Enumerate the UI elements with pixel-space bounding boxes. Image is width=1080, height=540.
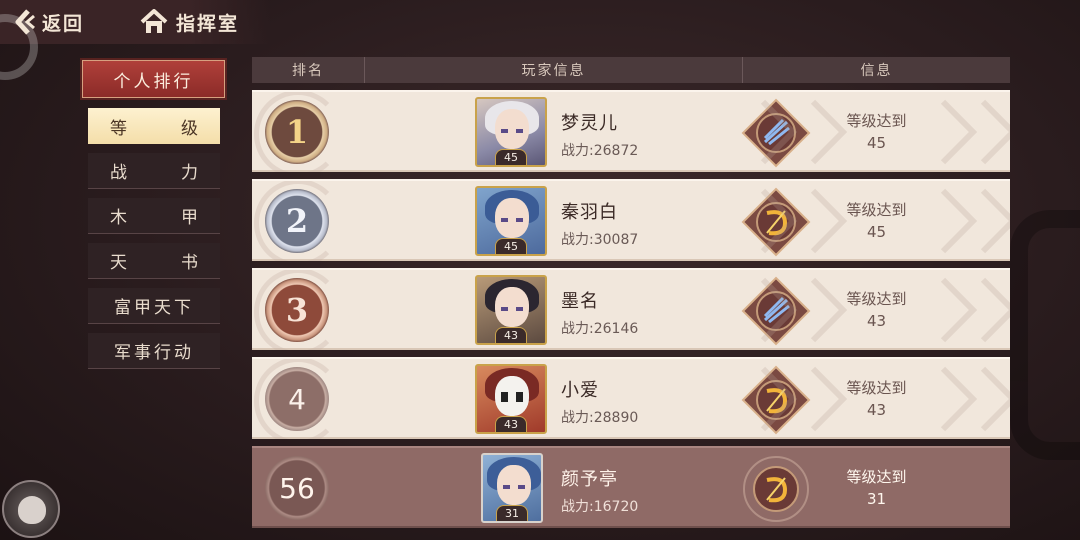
info-value: 43 xyxy=(866,401,887,419)
home-title[interactable]: 指挥室 xyxy=(140,6,239,38)
column-header-player: 玩家信息 xyxy=(365,57,743,83)
player-name: 秦羽白 xyxy=(561,202,618,223)
sidebar-item-label-left: 等 xyxy=(110,118,127,139)
avatar-level-badge: 45 xyxy=(495,149,527,165)
table-row[interactable]: 3 43 墨名 战力:26146 等级达到 43 xyxy=(252,268,1010,350)
info-label: 等级达到 xyxy=(846,112,907,130)
rank-cell: 56 xyxy=(252,448,365,528)
info-cell: 等级达到 45 xyxy=(743,181,1010,261)
ranking-sidebar: 个人排行 等 级 战 力 木 甲 天 书 富甲天下 军事行动 xyxy=(82,60,227,378)
info-value: 45 xyxy=(866,223,887,241)
info-value: 43 xyxy=(866,312,887,330)
info-label: 等级达到 xyxy=(846,290,907,308)
column-header-rank: 排名 xyxy=(252,57,365,83)
table-row[interactable]: 1 45 梦灵儿 战力:26872 等级达到 45 xyxy=(252,90,1010,172)
back-button[interactable]: 返回 xyxy=(14,6,84,38)
back-label: 返回 xyxy=(42,12,85,35)
table-row[interactable]: 2 45 秦羽白 战力:30087 等级达到 45 xyxy=(252,179,1010,261)
table-row[interactable]: 4 43 小爱 战力:28890 等级达到 43 xyxy=(252,357,1010,439)
info-label: 等级达到 xyxy=(846,468,907,486)
home-icon xyxy=(140,9,168,35)
chat-button[interactable] xyxy=(2,480,60,538)
sidebar-item-wealth[interactable]: 富甲天下 xyxy=(88,288,220,324)
info-label: 等级达到 xyxy=(846,379,907,397)
info-cell: 等级达到 43 xyxy=(743,359,1010,439)
rank-cell: 3 xyxy=(252,270,365,350)
player-cell: 31 颜予亭 战力:16720 xyxy=(365,448,809,528)
avatar[interactable]: 43 xyxy=(475,364,547,434)
avatar[interactable]: 43 xyxy=(475,275,547,345)
avatar[interactable]: 31 xyxy=(481,453,543,523)
column-header-info: 信息 xyxy=(860,63,893,79)
avatar-level-badge: 45 xyxy=(495,238,527,254)
avatar-level-badge: 43 xyxy=(495,416,527,432)
player-name: 梦灵儿 xyxy=(561,113,618,134)
silver-medal-icon: 2 xyxy=(265,189,329,253)
player-cell: 43 小爱 战力:28890 xyxy=(365,359,811,439)
avatar-eyes xyxy=(501,392,523,402)
sidebar-item-label-right: 级 xyxy=(181,118,198,139)
avatar-level-badge: 31 xyxy=(496,505,528,521)
my-rank-badge: 56 xyxy=(265,456,329,520)
avatar-eyes xyxy=(503,485,525,489)
home-label: 指挥室 xyxy=(176,12,240,35)
ranking-table: 排名 玩家信息 信息 1 45 梦灵儿 战力:26872 等级达到 45 2 4… xyxy=(252,57,1010,528)
table-header: 排名 玩家信息 信息 xyxy=(252,57,1010,83)
player-power: 战力:26872 xyxy=(561,143,639,159)
info-label: 等级达到 xyxy=(846,201,907,219)
rank-cell: 4 xyxy=(252,359,365,439)
player-power: 战力:16720 xyxy=(561,499,639,515)
rank-number-badge: 4 xyxy=(265,367,329,431)
info-text: 等级达到 43 xyxy=(743,377,1010,421)
avatar[interactable]: 45 xyxy=(475,97,547,167)
player-name: 墨名 xyxy=(561,291,599,312)
sidebar-item-level[interactable]: 等 级 xyxy=(88,108,220,144)
sidebar-item-label-left: 战 xyxy=(110,163,127,183)
player-cell: 43 墨名 战力:26146 xyxy=(365,270,811,350)
info-text: 等级达到 43 xyxy=(743,288,1010,332)
player-cell: 45 梦灵儿 战力:26872 xyxy=(365,92,811,172)
sidebar-item-label-left: 天 xyxy=(110,253,127,273)
info-cell: 等级达到 31 xyxy=(743,448,1010,528)
sidebar-item-label-right: 甲 xyxy=(181,208,198,228)
player-name: 小爱 xyxy=(561,380,599,401)
sidebar-item-power[interactable]: 战 力 xyxy=(88,153,220,189)
avatar[interactable]: 45 xyxy=(475,186,547,256)
back-chevron-icon xyxy=(14,9,36,35)
player-name: 颜予亭 xyxy=(561,469,618,490)
avatar-level-badge: 43 xyxy=(495,327,527,343)
info-cell: 等级达到 43 xyxy=(743,270,1010,350)
gold-medal-icon: 1 xyxy=(265,100,329,164)
player-power: 战力:28890 xyxy=(561,410,639,426)
sidebar-item-military-ops[interactable]: 军事行动 xyxy=(88,333,220,369)
avatar-eyes xyxy=(501,307,523,311)
personal-ranking-header: 个人排行 xyxy=(82,60,225,98)
info-value: 45 xyxy=(866,134,887,152)
sidebar-item-label-right: 书 xyxy=(181,253,198,273)
rank-cell: 1 xyxy=(252,92,365,172)
player-power: 战力:26146 xyxy=(561,321,639,337)
sidebar-item-heavenly-book[interactable]: 天 书 xyxy=(88,243,220,279)
bronze-medal-icon: 3 xyxy=(265,278,329,342)
player-power: 战力:30087 xyxy=(561,232,639,248)
chat-mascot-icon xyxy=(18,496,46,524)
my-ranking-row[interactable]: 56 31 颜予亭 战力:16720 等级达到 31 xyxy=(252,446,1010,528)
info-text: 等级达到 31 xyxy=(743,466,1010,510)
info-value: 31 xyxy=(866,490,887,508)
sidebar-item-label-right: 力 xyxy=(181,163,198,183)
info-text: 等级达到 45 xyxy=(743,199,1010,243)
ranking-category-list: 等 级 战 力 木 甲 天 书 富甲天下 军事行动 xyxy=(88,108,220,369)
avatar-eyes xyxy=(501,218,523,222)
avatar-eyes xyxy=(501,129,523,133)
sidebar-item-label-left: 木 xyxy=(110,208,127,228)
player-cell: 45 秦羽白 战力:30087 xyxy=(365,181,811,261)
info-cell: 等级达到 45 xyxy=(743,92,1010,172)
sidebar-item-wooden-armor[interactable]: 木 甲 xyxy=(88,198,220,234)
rank-cell: 2 xyxy=(252,181,365,261)
info-text: 等级达到 45 xyxy=(743,110,1010,154)
background-glyph-decoration xyxy=(1010,210,1080,460)
